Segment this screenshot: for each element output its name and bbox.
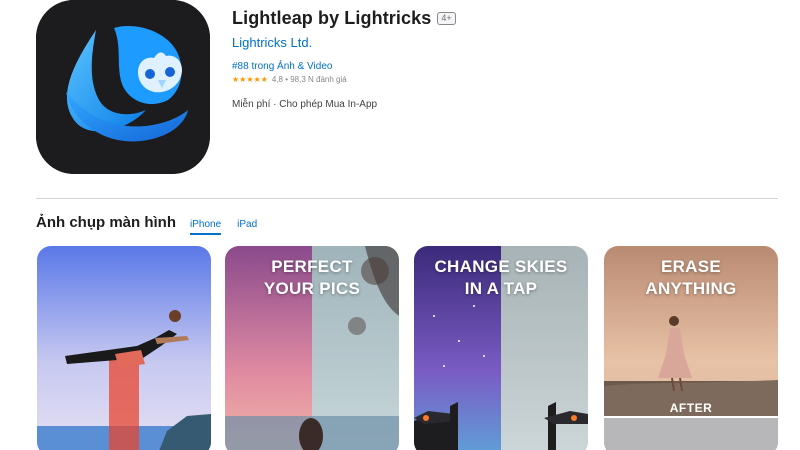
category-rank-link[interactable]: #88 trong Ảnh & Video (232, 61, 456, 72)
app-icon (36, 0, 210, 174)
after-label: AFTER (669, 401, 713, 415)
age-rating-badge: 4+ (437, 12, 456, 25)
price-info: Miễn phí · Cho phép Mua In-App (232, 99, 378, 110)
screenshots-title: Ảnh chụp màn hình (36, 214, 176, 231)
caption-line: YOUR PICS (263, 279, 361, 298)
star-rating-icon: ★★★★★ (232, 75, 268, 84)
app-title: Lightleap by Lightricks (232, 8, 432, 28)
tab-ipad[interactable]: iPad (237, 219, 257, 233)
app-info: Lightleap by Lightricks 4+ Lightricks Lt… (232, 8, 456, 110)
caption-2: PERFECT YOUR PICS (225, 256, 399, 300)
screenshot-2[interactable]: PERFECT YOUR PICS (225, 246, 399, 450)
title-row: Lightleap by Lightricks 4+ (232, 8, 456, 29)
developer-link[interactable]: Lightricks Ltd. (232, 35, 456, 50)
section-divider (36, 198, 778, 199)
caption-line: ANYTHING (645, 279, 737, 298)
owl-logo-icon (36, 0, 210, 174)
tab-iphone[interactable]: iPhone (190, 219, 222, 235)
yoga-photo (37, 246, 211, 450)
rating-row: ★★★★★ 4,8 • 98,3 N đánh giá (232, 75, 456, 84)
caption-line: IN A TAP (464, 279, 538, 298)
screenshot-3[interactable]: CHANGE SKIES IN A TAP (414, 246, 588, 450)
caption-line: PERFECT (271, 257, 353, 276)
ratings-count: 98,3 N đánh giá (290, 75, 347, 84)
screenshot-1[interactable] (37, 246, 211, 450)
caption-line: ERASE (660, 257, 722, 276)
rating-value: 4,8 (271, 75, 283, 84)
rating-separator: • (282, 75, 291, 84)
caption-line: CHANGE SKIES (434, 257, 568, 276)
caption-4: ERASE ANYTHING (604, 256, 778, 300)
screenshot-4[interactable]: ERASE ANYTHING AFTER (604, 246, 778, 450)
screenshots-header: Ảnh chụp màn hình iPhone iPad (36, 214, 257, 235)
caption-3: CHANGE SKIES IN A TAP (414, 256, 588, 300)
